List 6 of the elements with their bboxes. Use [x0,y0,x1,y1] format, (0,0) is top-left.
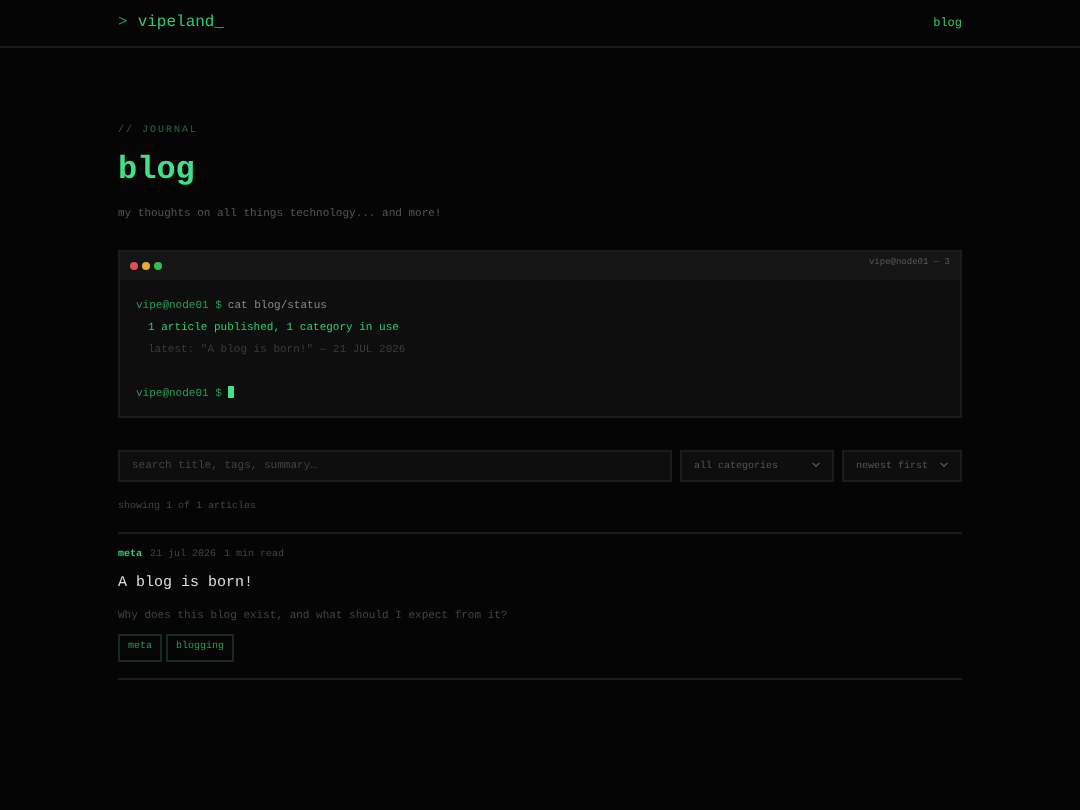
chevron-down-icon [812,462,820,469]
page-title: blog [118,149,197,189]
prompt-symbol: > [118,11,128,35]
chevron-down-icon [940,462,948,469]
site-logo[interactable]: vipeland_ [137,11,225,35]
text-cursor [227,386,234,399]
